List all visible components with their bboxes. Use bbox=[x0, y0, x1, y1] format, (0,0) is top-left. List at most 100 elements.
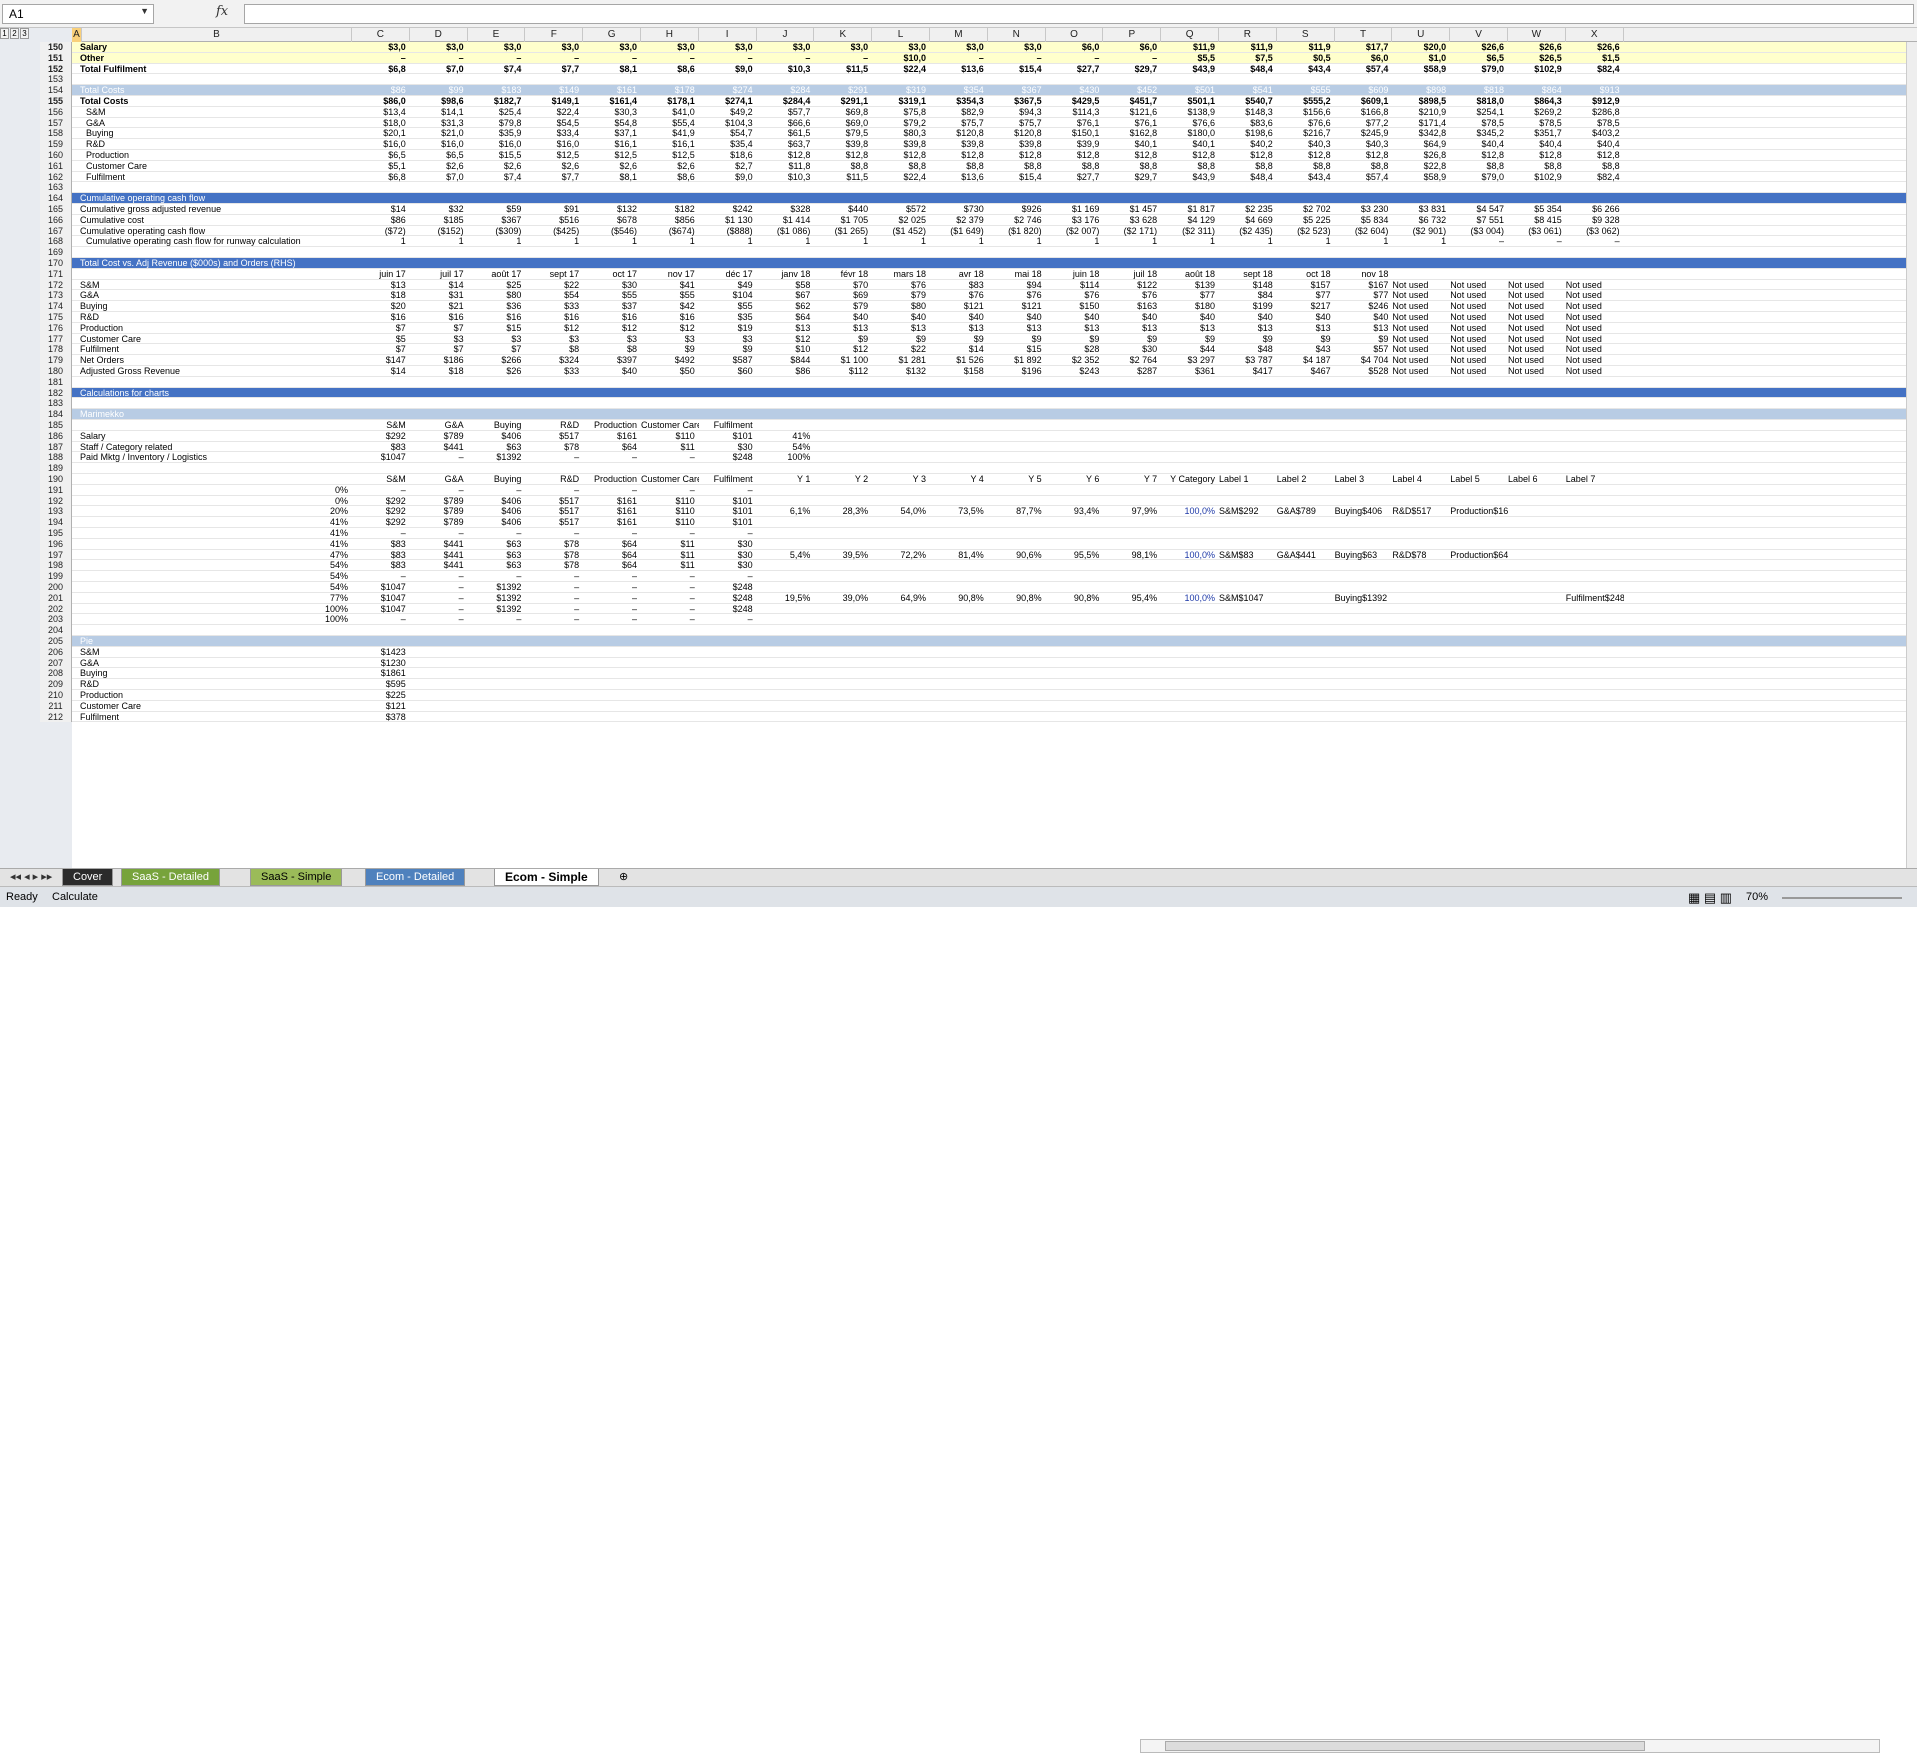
sheet-row: 196 41% $83 $441 $63 $78 $64 $11 $30 bbox=[40, 538, 1906, 550]
column-header-A[interactable]: A bbox=[72, 28, 82, 42]
sheet-row: 187 Staff / Category related $83 $441 $63 $78… bbox=[40, 441, 1906, 453]
sheet-row: 165 Cumulative gross adjusted revenue $14 $… bbox=[40, 204, 1906, 215]
column-header-X[interactable]: X bbox=[1566, 28, 1624, 42]
column-header-J[interactable]: J bbox=[757, 28, 815, 42]
sheet-row: 195 41% – – – – – – – bbox=[40, 528, 1906, 539]
sheet-row: 168 Cumulative operating cash flow for ru… bbox=[40, 236, 1906, 248]
sheet-grid: 150 Salary $3,0 $3,0 $3,0 $3,0 $3,0 $3,0 $3,0 $3,… bbox=[40, 42, 1906, 868]
sheet-row: 207 G&A $1230 bbox=[40, 657, 1906, 669]
sheet-row: 174 Buying $20 $21 $36 $33 $37 $42 $55 $62 $79 $80 $… bbox=[40, 301, 1906, 312]
column-header-E[interactable]: E bbox=[468, 28, 526, 42]
sheet-row: 166 Cumulative cost $86 $185 $367 $516 $678 $85… bbox=[40, 214, 1906, 226]
sheet-row: 211 Customer Care $121 bbox=[40, 700, 1906, 712]
column-header-I[interactable]: I bbox=[699, 28, 757, 42]
sheet-row: 180 Adjusted Gross Revenue $14 $18 $26 $33 $40… bbox=[40, 366, 1906, 377]
column-header-L[interactable]: L bbox=[872, 28, 930, 42]
scroll-thumb[interactable] bbox=[1165, 1741, 1645, 1751]
column-header-F[interactable]: F bbox=[525, 28, 584, 42]
sheet-row: 194 41% $292 $789 $406 $517 $161 $110 $101 bbox=[40, 517, 1906, 528]
sheet-row: 203 100% – – – – – – – bbox=[40, 614, 1906, 626]
insert-sheet-icon[interactable]: ⊕ bbox=[609, 869, 638, 886]
column-header-P[interactable]: P bbox=[1103, 28, 1162, 42]
column-header-K[interactable]: K bbox=[814, 28, 873, 42]
cell[interactable]: $378 bbox=[352, 712, 410, 725]
vertical-scrollbar[interactable] bbox=[1906, 42, 1917, 868]
sheet-row: 188 Paid Mktg / Inventory / Logistics $104… bbox=[40, 452, 1906, 464]
sheet-row: 170 Total Cost vs. Adj Revenue ($000s) an… bbox=[40, 258, 1906, 269]
column-header-R[interactable]: R bbox=[1219, 28, 1277, 42]
sheet-tab[interactable]: Cover bbox=[62, 869, 114, 886]
sheet-row: 172 S&M $13 $14 $25 $22 $30 $41 $49 $58 $70 $76 $83 $… bbox=[40, 279, 1906, 291]
sheet-row: 159 R&D $16,0 $16,0 $16,0 $16,0 $16,1 $16,1 $35,… bbox=[40, 139, 1906, 150]
row-label[interactable]: Fulfilment bbox=[80, 712, 352, 725]
status-calculate[interactable]: Calculate bbox=[52, 887, 98, 908]
sheet-row: 178 Fulfilment $7 $7 $7 $8 $8 $9 $9 $10 $12 $22 $14 $… bbox=[40, 344, 1906, 356]
sheet-row: 156 S&M $13,4 $14,1 $25,4 $22,4 $30,3 $41,0 $49,… bbox=[40, 106, 1906, 118]
sheet-row: 163 bbox=[40, 182, 1906, 194]
outline-level-buttons: 123 bbox=[0, 28, 30, 42]
insert-function-icon[interactable]: fx bbox=[216, 4, 228, 19]
sheet-row: 155 Total Costs $86,0 $98,6 $182,7 $149,1 $161… bbox=[40, 96, 1906, 107]
zoom-slider[interactable] bbox=[1782, 897, 1902, 899]
column-header-V[interactable]: V bbox=[1450, 28, 1508, 42]
sheet-row: 189 bbox=[40, 463, 1906, 474]
sheet-row: 151 Other – – – – – – – – – $10,0– – – – $5,5 $7,5 $0,5 $6… bbox=[40, 52, 1906, 64]
sheet-row: 181 bbox=[40, 376, 1906, 388]
sheet-row: 167 Cumulative operating cash flow ($72) ($… bbox=[40, 225, 1906, 237]
column-header-O[interactable]: O bbox=[1046, 28, 1104, 42]
sheet-tab[interactable]: SaaS - Simple bbox=[250, 869, 343, 886]
sheet-row: 212 Fulfilment $378 bbox=[40, 711, 1906, 725]
column-header-U[interactable]: U bbox=[1392, 28, 1451, 42]
outline-level-1[interactable]: 1 bbox=[0, 28, 9, 39]
column-header-G[interactable]: G bbox=[583, 28, 641, 42]
outline-level-3[interactable]: 3 bbox=[20, 28, 29, 39]
sheet-row: 164 Cumulative operating cash flow bbox=[40, 193, 1906, 204]
sheet-row: 179 Net Orders $147 $186 $266 $324 $397 $492 $58… bbox=[40, 355, 1906, 366]
sheet-row: 160 Production $6,5 $6,5 $15,5 $12,5 $12,5 $12,… bbox=[40, 150, 1906, 161]
sheet-row: 177 Customer Care $5 $3 $3 $3 $3 $3 $3 $12 $9 $9 $9 $… bbox=[40, 333, 1906, 345]
sheet-row: 184 Marimekko bbox=[40, 409, 1906, 420]
sheet-tab[interactable]: SaaS - Detailed bbox=[121, 869, 221, 886]
column-header-W[interactable]: W bbox=[1508, 28, 1566, 42]
sheet-row: 202 100% $1047– $1392– – – $248 bbox=[40, 603, 1906, 615]
view-mode-icons[interactable]: ▦ ▤ ▥ bbox=[1688, 887, 1732, 908]
sheet-row: 198 54% $83 $441 $63 $78 $64 $11 $30 bbox=[40, 560, 1906, 572]
status-ready: Ready bbox=[6, 891, 38, 903]
sheet-row: 185 S&M G&A Buying R&D Production Customer Car… bbox=[40, 420, 1906, 431]
tab-nav-arrows[interactable]: ◂◂ ◂ ▸ ▸▸ bbox=[0, 869, 62, 886]
sheet-row: 204 bbox=[40, 625, 1906, 636]
sheet-row: 161 Customer Care $5,1 $2,6 $2,6 $2,6 $2,6 $2,6… bbox=[40, 160, 1906, 172]
sheet-row: 193 20% $292 $789 $406 $517 $161 $110 $101 6,1% 28… bbox=[40, 506, 1906, 518]
sheet-row: 205 Pie bbox=[40, 636, 1906, 647]
sheet-row: 183 bbox=[40, 398, 1906, 410]
zoom-level[interactable]: 70% bbox=[1746, 887, 1768, 908]
name-box[interactable]: A1 ▼ bbox=[2, 4, 154, 24]
sheet-row: 206 S&M $1423 bbox=[40, 646, 1906, 658]
sheet-tab[interactable]: Ecom - Simple bbox=[494, 869, 599, 886]
sheet-row: 209 R&D $595 bbox=[40, 679, 1906, 690]
sheet-row: 208 Buying $1861 bbox=[40, 668, 1906, 680]
column-header-M[interactable]: M bbox=[930, 28, 988, 42]
sheet-row: 153 bbox=[40, 74, 1906, 86]
column-header-B[interactable]: B bbox=[82, 28, 352, 42]
column-header-S[interactable]: S bbox=[1277, 28, 1335, 42]
sheet-tab[interactable]: Ecom - Detailed bbox=[365, 869, 466, 886]
sheet-row: 158 Buying $20,1 $21,0 $35,9 $33,4 $37,1 $41,9 $… bbox=[40, 128, 1906, 140]
column-header-D[interactable]: D bbox=[410, 28, 468, 42]
chevron-down-icon[interactable]: ▼ bbox=[140, 6, 149, 16]
column-header-Q[interactable]: Q bbox=[1161, 28, 1219, 42]
formula-input[interactable] bbox=[244, 4, 1914, 24]
sheet-row: 157 G&A $18,0 $31,3 $79,8 $54,5 $54,8 $55,4 $104… bbox=[40, 117, 1906, 129]
outline-level-2[interactable]: 2 bbox=[10, 28, 19, 39]
sheet-row: 186 Salary $292 $789 $406 $517 $161 $110 $101 41% bbox=[40, 430, 1906, 442]
sheet-row: 191 0% – – – – – – – bbox=[40, 484, 1906, 496]
sheet-row: 169 bbox=[40, 247, 1906, 258]
column-header-H[interactable]: H bbox=[641, 28, 699, 42]
sheet-row: 176 Production $7 $7 $15 $12 $12 $12 $19 $13 $13 $1… bbox=[40, 322, 1906, 334]
horizontal-scrollbar[interactable] bbox=[1140, 1739, 1880, 1753]
column-header-N[interactable]: N bbox=[988, 28, 1046, 42]
sheet-row: 171 juin 17 juil 17 août 17 sept 17 oct 17 nov… bbox=[40, 268, 1906, 280]
column-header-T[interactable]: T bbox=[1335, 28, 1393, 42]
sheet-row: 190 S&M G&A Buying R&D Production Customer Car… bbox=[40, 474, 1906, 485]
column-header-C[interactable]: C bbox=[352, 28, 410, 42]
